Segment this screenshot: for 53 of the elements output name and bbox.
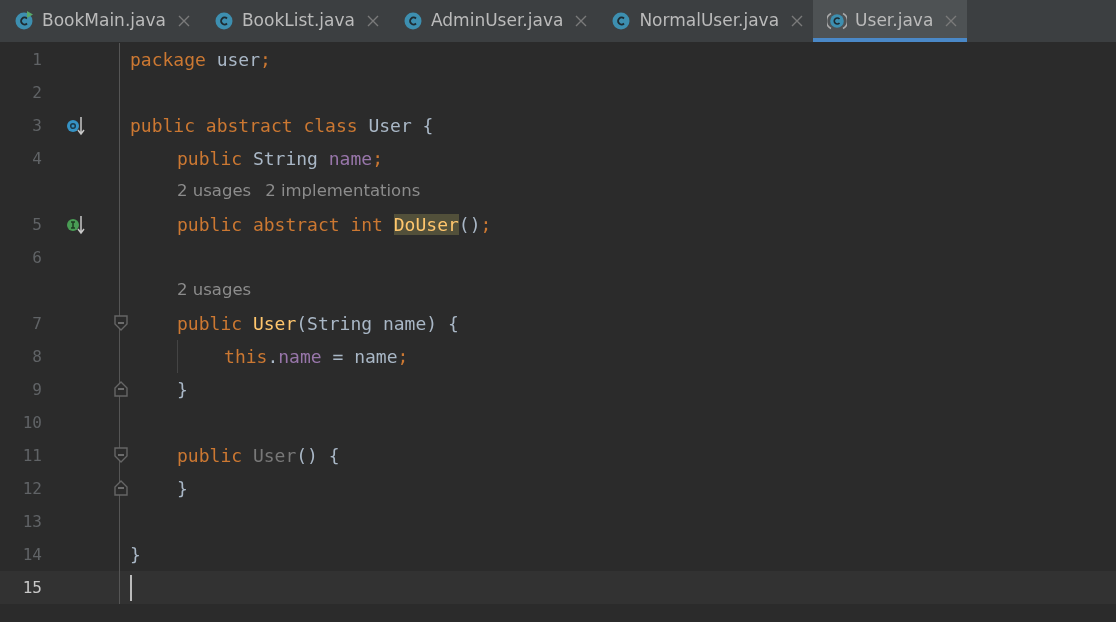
- code-line: package user;: [130, 48, 271, 72]
- fold-marker-icon[interactable]: [114, 381, 128, 397]
- line-number: 15: [22, 577, 42, 597]
- close-icon[interactable]: [575, 15, 588, 27]
- line-number: 13: [22, 511, 42, 531]
- code-line: public User(String name) {: [177, 312, 459, 336]
- tab-label: BookList.java: [241, 9, 355, 33]
- tab-label: BookMain.java: [42, 9, 166, 33]
- text-cursor: [130, 574, 132, 601]
- line-number: 14: [22, 544, 42, 564]
- editor-tab[interactable]: AdminUser.java: [389, 0, 598, 42]
- line-number: 2: [32, 82, 42, 102]
- class-icon: [611, 10, 632, 32]
- fold-marker-icon[interactable]: [114, 447, 128, 463]
- editor-tab[interactable]: BookMain.java: [0, 0, 200, 42]
- editor-tab[interactable]: NormalUser.java: [597, 0, 814, 42]
- line-number: 7: [32, 313, 42, 333]
- tab-label: NormalUser.java: [639, 9, 780, 33]
- editor-tab[interactable]: BookList.java: [199, 0, 389, 42]
- line-number: 3: [32, 115, 42, 135]
- fold-marker-icon[interactable]: [114, 315, 128, 331]
- tab-label: AdminUser.java: [431, 9, 564, 33]
- close-icon[interactable]: [177, 15, 190, 27]
- close-icon[interactable]: [367, 15, 379, 27]
- fold-marker-icon[interactable]: [114, 480, 128, 496]
- line-number: 4: [32, 148, 42, 168]
- line-number: 9: [32, 379, 42, 399]
- close-icon[interactable]: [945, 15, 958, 27]
- code-line: }: [177, 378, 188, 402]
- line-number: 6: [32, 247, 42, 267]
- line-number: 1: [32, 49, 42, 69]
- editor-tab[interactable]: User.java: [813, 0, 968, 42]
- tab-label: User.java: [855, 9, 934, 33]
- code-line: public String name;: [177, 147, 383, 171]
- line-number: 8: [32, 346, 42, 366]
- code-line: public abstract int DoUser();: [177, 213, 492, 237]
- code-line: }: [130, 543, 141, 567]
- code-line: }: [177, 477, 188, 501]
- class-icon: [213, 10, 234, 32]
- usage-hint[interactable]: 2 usages: [177, 179, 252, 204]
- class-icon: [14, 10, 34, 32]
- code-line: this.name = name;: [224, 345, 409, 369]
- usage-hint[interactable]: 2 implementations: [265, 179, 421, 204]
- line-number: 5: [32, 214, 42, 234]
- line-number: 10: [22, 412, 42, 432]
- code-line: public abstract class User {: [130, 114, 434, 138]
- class-icon: [827, 10, 848, 32]
- code-line: public User() {: [177, 444, 340, 468]
- usage-hint[interactable]: 2 usages: [177, 278, 252, 303]
- line-number: 11: [22, 445, 42, 465]
- class-icon: [403, 10, 423, 32]
- line-number: 12: [22, 478, 42, 498]
- close-icon[interactable]: [791, 15, 804, 27]
